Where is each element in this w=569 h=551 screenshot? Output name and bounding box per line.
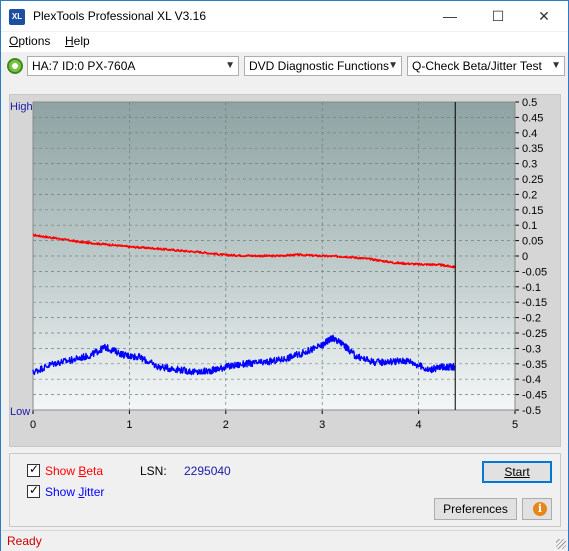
- y-tick-label: -0.45: [522, 390, 547, 402]
- y-tick-label: -0.2: [522, 313, 541, 325]
- x-tick-label: 4: [416, 419, 422, 431]
- y-tick-label: 0.5: [522, 97, 537, 109]
- disc-drive-icon: [7, 58, 23, 74]
- chart-panel: 0.5 0.45 0.4 0.35 0.3 0.25 0.2 0.15 0.1 0.05 0 -0.0…: [9, 94, 561, 447]
- y-tick-label: 0: [522, 251, 528, 263]
- test-select-value: Q-Check Beta/Jitter Test: [412, 59, 542, 73]
- x-tick-label: 5: [512, 419, 518, 431]
- beta-jitter-chart: 0.5 0.45 0.4 0.35 0.3 0.25 0.2 0.15 0.1 0.05 0 -0.0…: [10, 97, 547, 431]
- lsn-value: 2295040: [184, 464, 231, 478]
- y-tick-label: 0.4: [522, 128, 537, 140]
- y-tick-label: 0.1: [522, 220, 537, 232]
- y-left-low-label: Low: [10, 406, 30, 418]
- maximize-button[interactable]: ☐: [475, 1, 521, 31]
- menu-options[interactable]: Options: [9, 34, 50, 48]
- y-tick-label: -0.05: [522, 266, 547, 278]
- y-tick-label: -0.4: [522, 374, 541, 386]
- y-tick-label: -0.1: [522, 282, 541, 294]
- test-select[interactable]: Q-Check Beta/Jitter Test ▼: [407, 56, 565, 76]
- y-tick-label: -0.25: [522, 328, 547, 340]
- y-tick-label: 0.25: [522, 174, 543, 186]
- drive-select[interactable]: HA:7 ID:0 PX-760A ▼: [27, 56, 239, 76]
- x-tick-label: 3: [319, 419, 325, 431]
- lsn-label: LSN:: [140, 464, 167, 478]
- preferences-button[interactable]: Preferences: [434, 498, 517, 520]
- y-left-high-label: High: [10, 101, 33, 113]
- status-text: Ready: [7, 534, 42, 548]
- y-tick-label: -0.3: [522, 343, 541, 355]
- show-beta-label[interactable]: Show Beta: [45, 464, 103, 478]
- info-button[interactable]: i: [522, 498, 552, 520]
- x-tick-label: 2: [223, 419, 229, 431]
- chevron-down-icon: ▼: [551, 60, 561, 71]
- show-jitter-checkbox[interactable]: [27, 483, 40, 498]
- info-icon: i: [533, 502, 547, 516]
- show-jitter-label[interactable]: Show Jitter: [45, 485, 104, 499]
- resize-grip[interactable]: [556, 539, 566, 549]
- y-tick-label: 0.3: [522, 159, 537, 171]
- y-tick-label: -0.15: [522, 297, 547, 309]
- x-tick-label: 0: [30, 419, 36, 431]
- function-select[interactable]: DVD Diagnostic Functions ▼: [244, 56, 402, 76]
- close-button[interactable]: ✕: [521, 1, 567, 31]
- drive-select-value: HA:7 ID:0 PX-760A: [32, 59, 136, 73]
- chevron-down-icon: ▼: [225, 60, 235, 71]
- show-beta-checkbox[interactable]: [27, 462, 40, 477]
- y-tick-label: 0.15: [522, 205, 543, 217]
- y-tick-label: -0.35: [522, 359, 547, 371]
- options-panel: Show Beta Show Jitter LSN: 2295040 Start…: [9, 453, 561, 527]
- x-tick-label: 1: [126, 419, 132, 431]
- menu-help[interactable]: Help: [65, 34, 90, 48]
- app-logo-icon: XL: [9, 9, 25, 25]
- y-tick-label: 0.35: [522, 143, 543, 155]
- start-button[interactable]: Start: [482, 461, 552, 483]
- menu-bar: Options Help: [1, 32, 568, 52]
- title-bar: XL PlexTools Professional XL V3.16 — ☐ ✕: [1, 1, 568, 31]
- y-tick-label: 0.2: [522, 189, 537, 201]
- y-tick-label: -0.5: [522, 405, 541, 417]
- status-bar: Ready: [1, 530, 568, 551]
- window-title: PlexTools Professional XL V3.16: [33, 9, 206, 23]
- y-tick-label: 0.45: [522, 112, 543, 124]
- y-tick-label: 0.05: [522, 236, 543, 248]
- minimize-button[interactable]: —: [427, 1, 473, 31]
- function-select-value: DVD Diagnostic Functions: [249, 59, 390, 73]
- chevron-down-icon: ▼: [388, 60, 398, 71]
- main-window: XL PlexTools Professional XL V3.16 — ☐ ✕…: [0, 0, 569, 551]
